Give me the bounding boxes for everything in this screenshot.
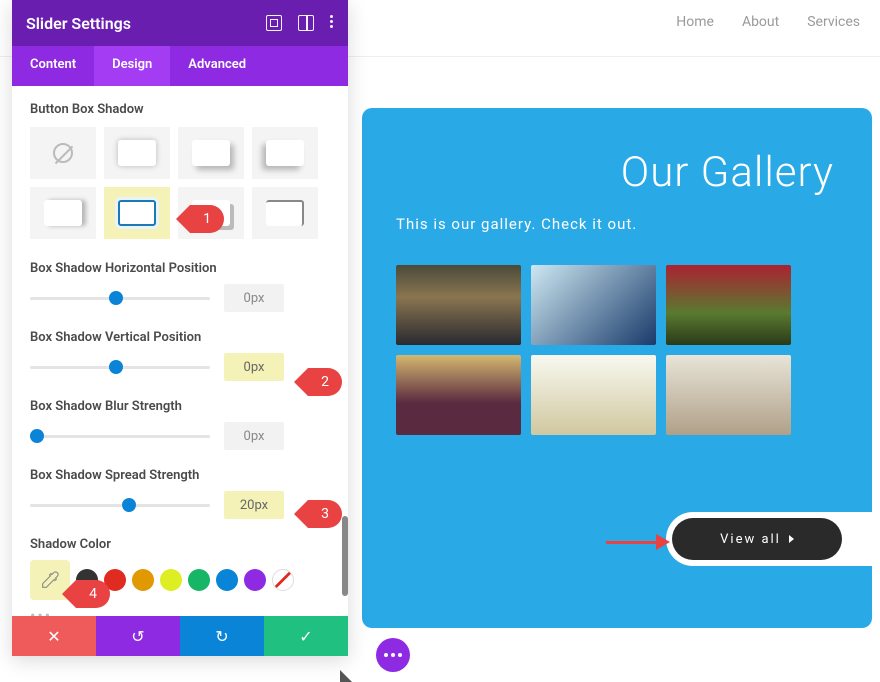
redo-button[interactable]: ↻ <box>180 616 264 656</box>
gallery-grid <box>396 265 838 435</box>
color-swatch-blue[interactable] <box>216 569 238 591</box>
annotation-arrow <box>606 536 670 548</box>
save-button[interactable]: ✓ <box>264 616 348 656</box>
shadow-preset-selected[interactable] <box>104 187 170 239</box>
tab-content[interactable]: Content <box>12 46 94 86</box>
gallery-subtitle: This is our gallery. Check it out. <box>396 215 838 233</box>
color-swatch-yellow[interactable] <box>160 569 182 591</box>
v-pos-label: Box Shadow Vertical Position <box>30 330 330 345</box>
spread-label: Box Shadow Spread Strength <box>30 468 330 483</box>
v-pos-slider[interactable] <box>30 357 210 377</box>
view-all-wrap: View all <box>666 512 872 566</box>
fab-button[interactable] <box>376 638 410 672</box>
annotation-marker-2: 2 <box>308 368 342 396</box>
h-pos-group: Box Shadow Horizontal Position 0px <box>30 261 330 312</box>
gallery-section: Our Gallery This is our gallery. Check i… <box>362 108 872 628</box>
annotation-marker-1: 1 <box>190 205 224 233</box>
undo-button[interactable]: ↺ <box>96 616 180 656</box>
cancel-button[interactable]: ✕ <box>12 616 96 656</box>
shadow-preset[interactable] <box>252 127 318 179</box>
chevron-right-icon <box>789 535 794 543</box>
color-swatch-purple[interactable] <box>244 569 266 591</box>
nav-about[interactable]: About <box>742 14 779 30</box>
v-pos-group: Box Shadow Vertical Position 0px <box>30 330 330 381</box>
settings-panel: Slider Settings Content Design Advanced … <box>12 0 348 656</box>
blur-slider[interactable] <box>30 426 210 446</box>
panel-header[interactable]: Slider Settings <box>12 0 348 46</box>
blur-group: Box Shadow Blur Strength 0px <box>30 399 330 450</box>
shadow-preset[interactable] <box>178 127 244 179</box>
panel-tabs: Content Design Advanced <box>12 46 348 86</box>
gallery-thumb[interactable] <box>396 355 521 435</box>
color-swatch-green[interactable] <box>188 569 210 591</box>
gallery-thumb[interactable] <box>531 355 656 435</box>
spread-slider[interactable] <box>30 495 210 515</box>
shadow-preset[interactable] <box>252 187 318 239</box>
expand-icon[interactable] <box>266 15 282 31</box>
gallery-heading: Our Gallery <box>396 148 834 197</box>
annotation-marker-3: 3 <box>308 500 342 528</box>
tab-design[interactable]: Design <box>94 46 170 86</box>
gallery-thumb[interactable] <box>666 265 791 345</box>
scrollbar-thumb[interactable] <box>342 516 348 596</box>
gallery-thumb[interactable] <box>531 265 656 345</box>
v-pos-value[interactable]: 0px <box>224 353 284 381</box>
more-icon[interactable] <box>330 15 334 31</box>
spread-group: Box Shadow Spread Strength 20px <box>30 468 330 519</box>
spread-value[interactable]: 20px <box>224 491 284 519</box>
gallery-thumb[interactable] <box>396 265 521 345</box>
section-label-box-shadow: Button Box Shadow <box>30 102 330 117</box>
resize-handle-icon[interactable] <box>340 670 352 682</box>
blur-value[interactable]: 0px <box>224 422 284 450</box>
action-bar: ✕ ↺ ↻ ✓ <box>12 616 348 656</box>
shadow-preset[interactable] <box>104 127 170 179</box>
tab-advanced[interactable]: Advanced <box>170 46 264 86</box>
panel-title: Slider Settings <box>26 14 131 33</box>
shadow-preset[interactable] <box>30 187 96 239</box>
color-swatch-orange[interactable] <box>132 569 154 591</box>
top-nav: Home About Services <box>656 0 880 44</box>
color-swatch-none[interactable] <box>272 569 294 591</box>
h-pos-slider[interactable] <box>30 288 210 308</box>
annotation-marker-4: 4 <box>76 580 110 608</box>
h-pos-label: Box Shadow Horizontal Position <box>30 261 330 276</box>
blur-label: Box Shadow Blur Strength <box>30 399 330 414</box>
h-pos-value[interactable]: 0px <box>224 284 284 312</box>
view-all-label: View all <box>720 532 781 547</box>
view-all-button[interactable]: View all <box>672 518 842 560</box>
nav-home[interactable]: Home <box>676 14 714 30</box>
panel-body: Button Box Shadow Box Shadow Horizontal … <box>12 86 348 616</box>
columns-icon[interactable] <box>298 15 314 31</box>
nav-services[interactable]: Services <box>807 14 860 30</box>
shadow-preset-none[interactable] <box>30 127 96 179</box>
shadow-color-label: Shadow Color <box>30 537 330 552</box>
eyedropper-icon <box>39 569 61 591</box>
gallery-thumb[interactable] <box>666 355 791 435</box>
none-icon <box>53 143 73 163</box>
